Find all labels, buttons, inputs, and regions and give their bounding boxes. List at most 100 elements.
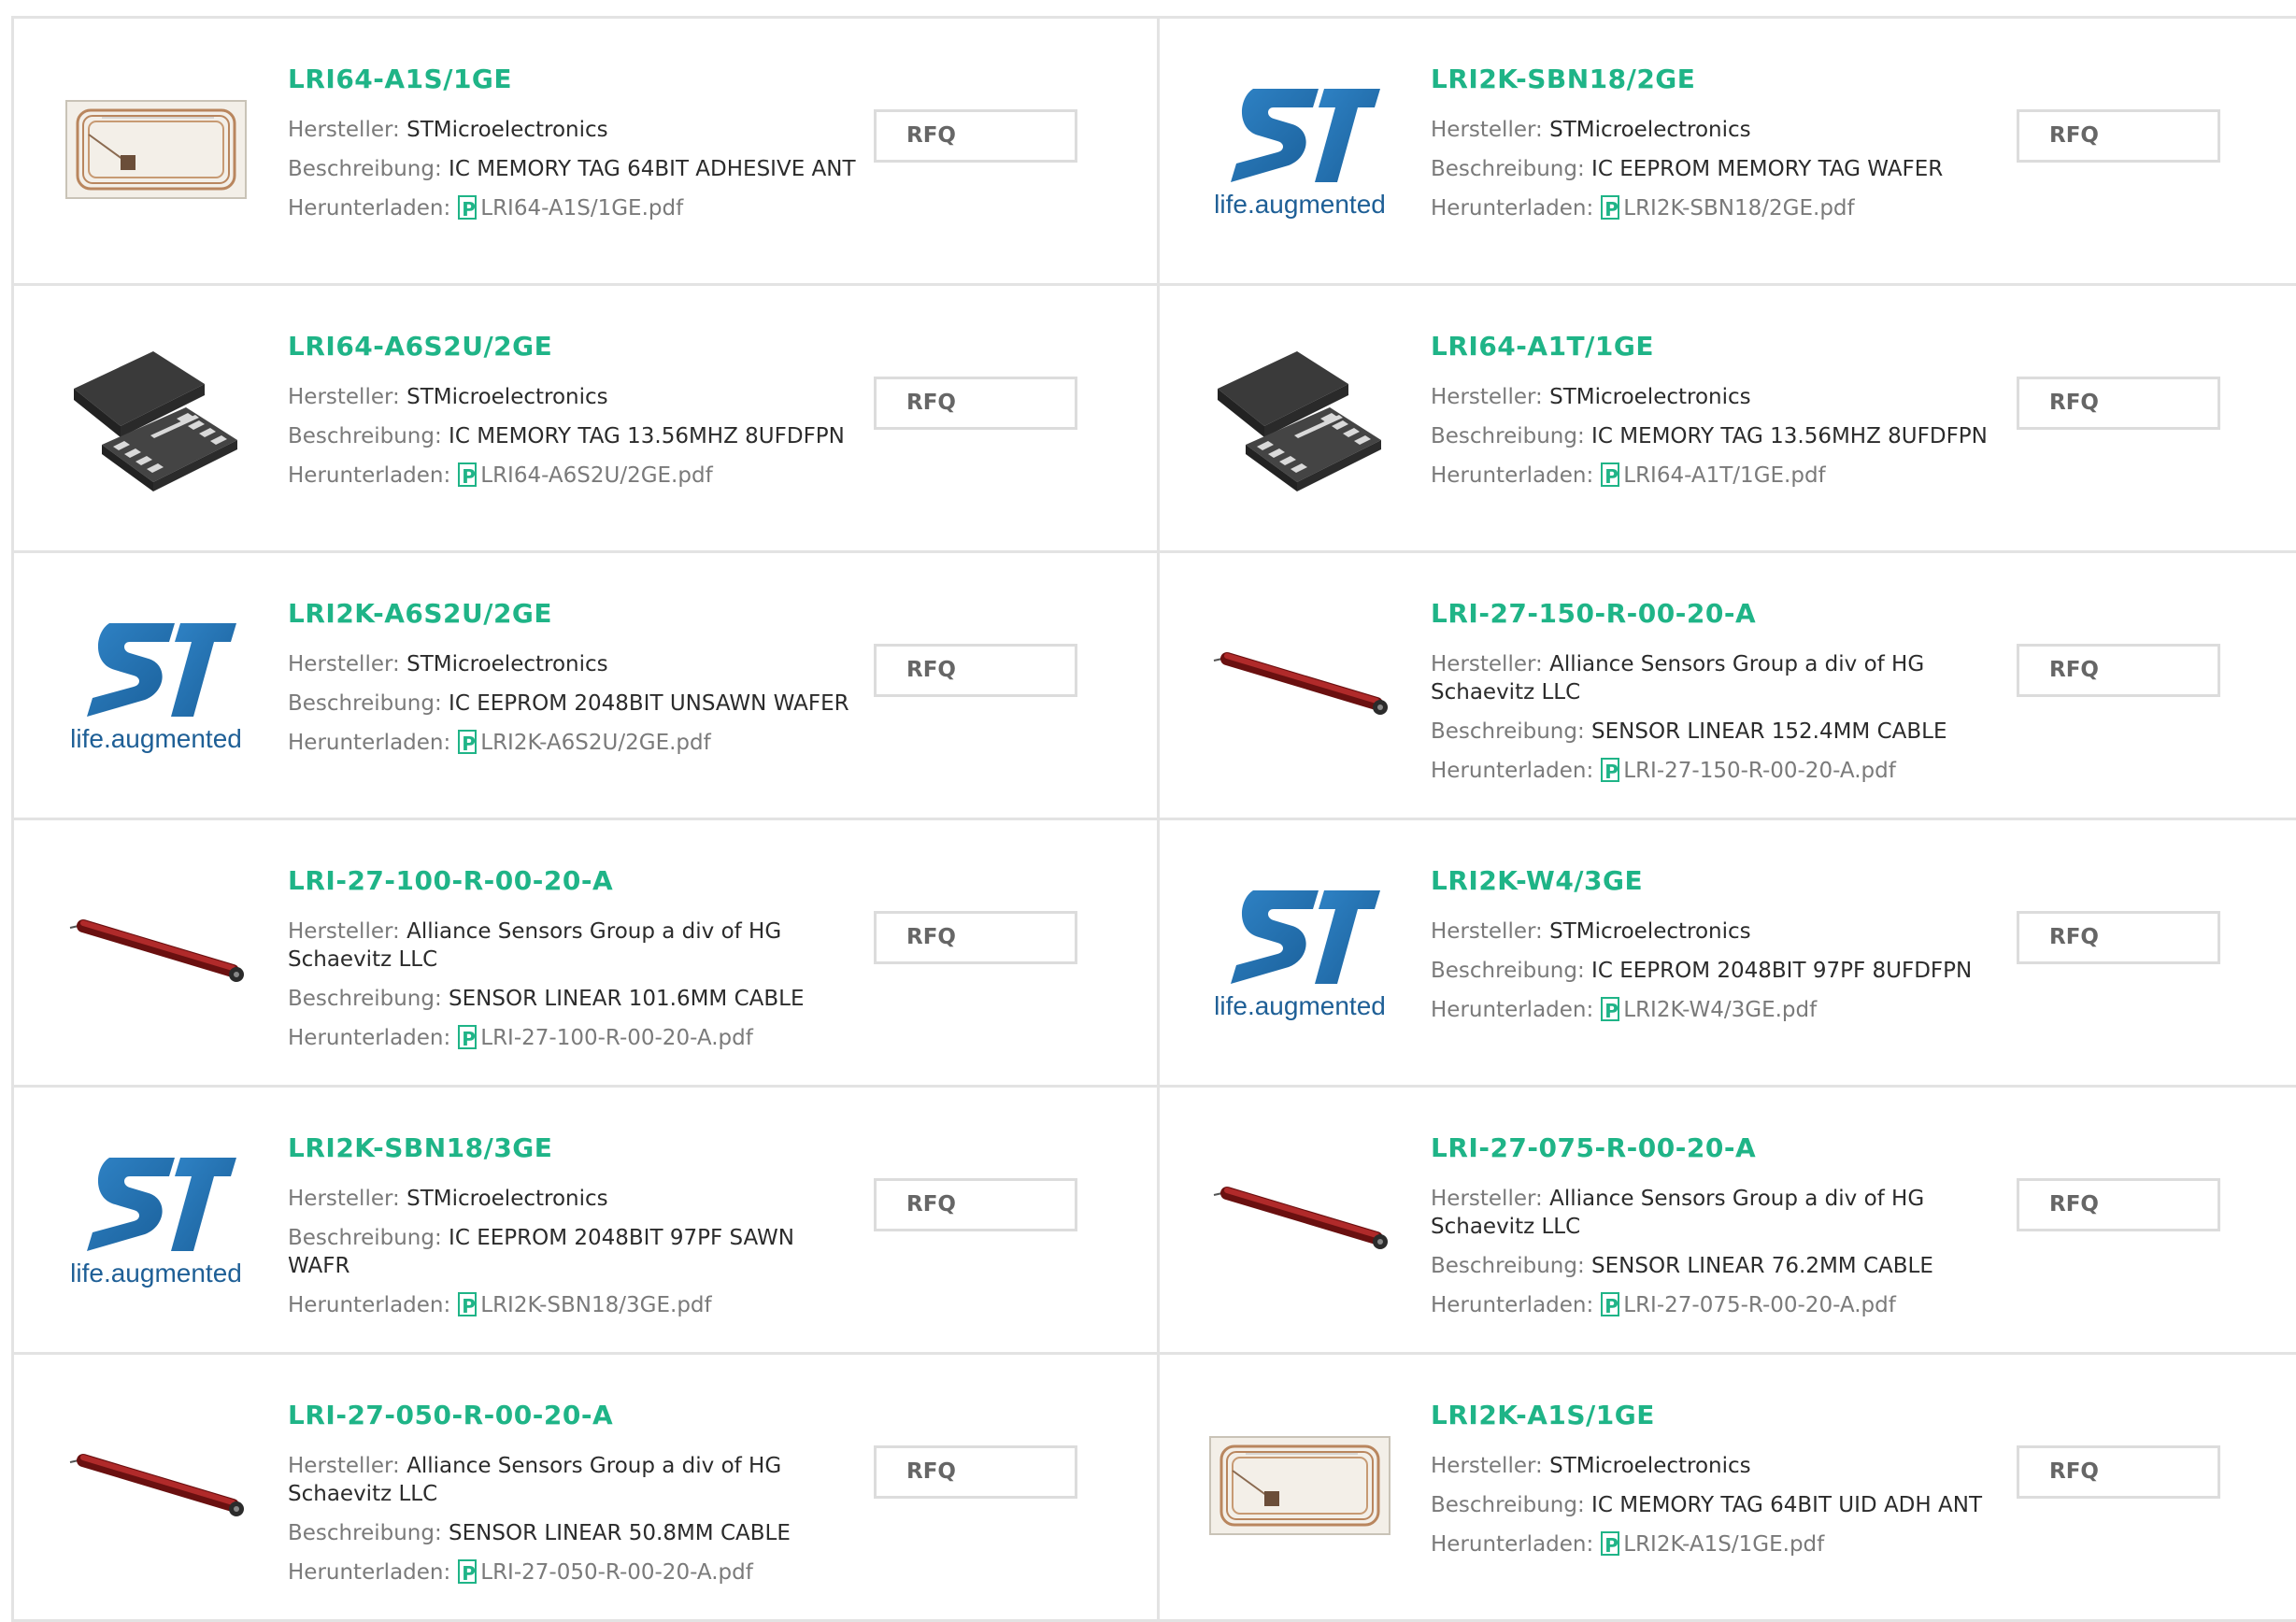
download-label: Herunterladen: [288, 196, 451, 221]
chip-package-icon[interactable] [61, 323, 251, 510]
logo-tagline: life.augmented [1214, 991, 1386, 1020]
datasheet-link[interactable]: LRI-27-075-R-00-20-A.pdf [1623, 1293, 1896, 1317]
pdf-icon[interactable] [1601, 997, 1620, 1025]
manufacturer-label: Hersteller: [288, 919, 400, 944]
part-number-link[interactable]: LRI2K-SBN18/2GE [1431, 64, 1999, 95]
datasheet-link[interactable]: LRI2K-W4/3GE.pdf [1623, 998, 1817, 1022]
manufacturer-value: STMicroelectronics [1549, 385, 1751, 409]
manufacturer-row: Hersteller: STMicroelectronics [288, 116, 856, 144]
rfq-button[interactable]: RFQ [2017, 911, 2220, 964]
description-label: Beschreibung: [1431, 1254, 1585, 1278]
description-row: Beschreibung: IC MEMORY TAG 13.56MHZ 8UF… [1431, 422, 1999, 450]
description-label: Beschreibung: [1431, 424, 1585, 448]
pdf-icon[interactable] [1601, 758, 1620, 786]
datasheet-link[interactable]: LRI-27-050-R-00-20-A.pdf [480, 1560, 753, 1585]
pdf-icon[interactable] [1601, 1292, 1620, 1320]
rfq-button[interactable]: RFQ [874, 1445, 1077, 1499]
st-logo-icon[interactable]: life.augmented [61, 1125, 251, 1312]
description-label: Beschreibung: [1431, 719, 1585, 744]
manufacturer-row: Hersteller: STMicroelectronics [288, 650, 856, 678]
description-label: Beschreibung: [288, 157, 442, 181]
description-row: Beschreibung: SENSOR LINEAR 50.8MM CABLE [288, 1519, 856, 1547]
part-number-link[interactable]: LRI2K-A1S/1GE [1431, 1400, 1999, 1431]
download-label: Herunterladen: [288, 1560, 451, 1585]
st-logo-icon[interactable]: life.augmented [1205, 858, 1395, 1045]
part-number-link[interactable]: LRI64-A1S/1GE [288, 64, 856, 95]
manufacturer-value: STMicroelectronics [1549, 1454, 1751, 1478]
pdf-icon[interactable] [458, 1559, 478, 1587]
description-label: Beschreibung: [288, 691, 442, 716]
part-number-link[interactable]: LRI64-A6S2U/2GE [288, 331, 856, 363]
description-row: Beschreibung: IC MEMORY TAG 64BIT ADHESI… [288, 155, 856, 183]
pdf-icon[interactable] [458, 195, 478, 223]
manufacturer-value: STMicroelectronics [1549, 919, 1751, 944]
manufacturer-value: STMicroelectronics [406, 1187, 608, 1211]
rfq-button[interactable]: RFQ [874, 911, 1077, 964]
rfid-tag-icon[interactable] [1205, 1392, 1395, 1579]
download-row: Herunterladen: LRI2K-A1S/1GE.pdf [1431, 1530, 1999, 1559]
product-card: LRI64-A1S/1GE Hersteller: STMicroelectro… [14, 19, 1160, 286]
description-label: Beschreibung: [1431, 959, 1585, 983]
linear-sensor-icon[interactable] [1205, 590, 1395, 777]
product-info: LRI2K-W4/3GE Hersteller: STMicroelectron… [1431, 865, 1999, 1035]
description-row: Beschreibung: IC EEPROM MEMORY TAG WAFER [1431, 155, 1999, 183]
datasheet-link[interactable]: LRI2K-SBN18/3GE.pdf [480, 1293, 711, 1317]
rfq-button[interactable]: RFQ [2017, 1178, 2220, 1231]
part-number-link[interactable]: LRI-27-100-R-00-20-A [288, 865, 856, 897]
product-card: LRI64-A6S2U/2GE Hersteller: STMicroelect… [14, 286, 1160, 553]
rfq-button[interactable]: RFQ [874, 377, 1077, 430]
datasheet-link[interactable]: LRI64-A1S/1GE.pdf [480, 196, 683, 221]
pdf-icon[interactable] [458, 730, 478, 758]
datasheet-link[interactable]: LRI2K-SBN18/2GE.pdf [1623, 196, 1854, 221]
datasheet-link[interactable]: LRI64-A1T/1GE.pdf [1623, 463, 1825, 488]
datasheet-link[interactable]: LRI64-A6S2U/2GE.pdf [480, 463, 712, 488]
pdf-icon[interactable] [1601, 462, 1620, 491]
datasheet-link[interactable]: LRI-27-150-R-00-20-A.pdf [1623, 759, 1896, 783]
description-label: Beschreibung: [288, 987, 442, 1011]
rfq-button[interactable]: RFQ [874, 109, 1077, 163]
manufacturer-label: Hersteller: [288, 1187, 400, 1211]
description-row: Beschreibung: IC MEMORY TAG 64BIT UID AD… [1431, 1491, 1999, 1519]
rfq-button[interactable]: RFQ [874, 1178, 1077, 1231]
linear-sensor-icon[interactable] [61, 858, 251, 1045]
part-number-link[interactable]: LRI2K-A6S2U/2GE [288, 598, 856, 630]
part-number-link[interactable]: LRI2K-SBN18/3GE [288, 1132, 856, 1164]
description-value: IC MEMORY TAG 64BIT UID ADH ANT [1591, 1493, 1982, 1517]
datasheet-link[interactable]: LRI2K-A1S/1GE.pdf [1623, 1532, 1824, 1557]
part-number-link[interactable]: LRI2K-W4/3GE [1431, 865, 1999, 897]
st-logo-icon[interactable]: life.augmented [61, 590, 251, 777]
description-value: IC EEPROM 2048BIT UNSAWN WAFER [449, 691, 849, 716]
linear-sensor-icon[interactable] [61, 1392, 251, 1579]
manufacturer-row: Hersteller: Alliance Sensors Group a div… [288, 918, 856, 974]
rfq-button[interactable]: RFQ [2017, 644, 2220, 697]
pdf-icon[interactable] [458, 462, 478, 491]
description-label: Beschreibung: [288, 1521, 442, 1545]
pdf-icon[interactable] [458, 1025, 478, 1053]
pdf-icon[interactable] [458, 1292, 478, 1320]
description-label: Beschreibung: [1431, 1493, 1585, 1517]
product-info: LRI-27-050-R-00-20-A Hersteller: Allianc… [288, 1400, 856, 1598]
product-grid: LRI64-A1S/1GE Hersteller: STMicroelectro… [11, 16, 2296, 1622]
chip-package-icon[interactable] [1205, 323, 1395, 510]
manufacturer-label: Hersteller: [1431, 919, 1543, 944]
part-number-link[interactable]: LRI-27-075-R-00-20-A [1431, 1132, 1999, 1164]
download-label: Herunterladen: [1431, 463, 1594, 488]
rfq-button[interactable]: RFQ [874, 644, 1077, 697]
rfq-button[interactable]: RFQ [2017, 109, 2220, 163]
rfq-button[interactable]: RFQ [2017, 377, 2220, 430]
datasheet-link[interactable]: LRI-27-100-R-00-20-A.pdf [480, 1026, 753, 1050]
part-number-link[interactable]: LRI64-A1T/1GE [1431, 331, 1999, 363]
pdf-icon[interactable] [1601, 195, 1620, 223]
datasheet-link[interactable]: LRI2K-A6S2U/2GE.pdf [480, 731, 710, 755]
manufacturer-label: Hersteller: [1431, 118, 1543, 142]
part-number-link[interactable]: LRI-27-050-R-00-20-A [288, 1400, 856, 1431]
st-logo-icon[interactable]: life.augmented [1205, 56, 1395, 243]
rfid-tag-icon[interactable] [61, 56, 251, 243]
linear-sensor-icon[interactable] [1205, 1125, 1395, 1312]
rfq-button[interactable]: RFQ [2017, 1445, 2220, 1499]
download-row: Herunterladen: LRI-27-150-R-00-20-A.pdf [1431, 757, 1999, 786]
product-card: LRI-27-050-R-00-20-A Hersteller: Allianc… [14, 1355, 1160, 1622]
part-number-link[interactable]: LRI-27-150-R-00-20-A [1431, 598, 1999, 630]
pdf-icon[interactable] [1601, 1531, 1620, 1559]
product-info: LRI64-A1T/1GE Hersteller: STMicroelectro… [1431, 331, 1999, 501]
